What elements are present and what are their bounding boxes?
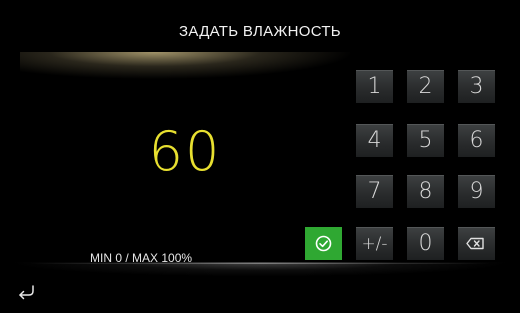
setpoint-value: 60 [148, 120, 222, 183]
key-2[interactable]: 2 [407, 70, 444, 103]
key-1[interactable]: 1 [356, 70, 393, 103]
confirm-button[interactable] [305, 227, 342, 260]
key-0[interactable]: 0 [407, 227, 444, 260]
sign-toggle-button[interactable]: +/- [356, 227, 393, 260]
footer-glow [0, 262, 520, 280]
key-3[interactable]: 3 [458, 70, 495, 103]
key-6[interactable]: 6 [458, 124, 495, 157]
back-button[interactable] [16, 283, 40, 303]
return-arrow-icon [19, 285, 34, 300]
page-title: ЗАДАТЬ ВЛАЖНОСТЬ [179, 23, 341, 40]
backspace-button[interactable] [458, 227, 495, 260]
check-circle-icon [315, 235, 332, 252]
humidity-setpoint-screen: ЗАДАТЬ ВЛАЖНОСТЬ 60 MIN 0 / MAX 100% 1 2… [0, 0, 520, 313]
key-4[interactable]: 4 [356, 124, 393, 157]
backspace-icon [466, 237, 484, 250]
key-8[interactable]: 8 [407, 175, 444, 208]
key-5[interactable]: 5 [407, 124, 444, 157]
key-9[interactable]: 9 [458, 175, 495, 208]
key-7[interactable]: 7 [356, 175, 393, 208]
